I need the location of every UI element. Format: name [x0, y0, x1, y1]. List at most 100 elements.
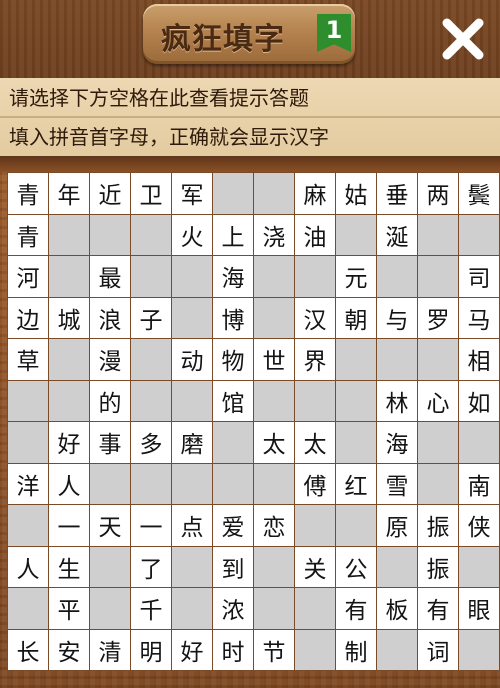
grid-cell[interactable]: 浪: [90, 297, 130, 338]
grid-cell[interactable]: 林: [377, 380, 417, 421]
grid-cell[interactable]: 朝: [336, 297, 376, 338]
grid-cell-blocked: [418, 422, 458, 463]
grid-cell[interactable]: 油: [295, 214, 335, 255]
grid-cell[interactable]: 漫: [90, 339, 130, 380]
grid-cell[interactable]: 节: [254, 629, 294, 670]
grid-cell-blocked: [254, 173, 294, 214]
grid-cell[interactable]: 一: [131, 505, 171, 546]
grid-cell[interactable]: 公: [336, 546, 376, 587]
grid-cell[interactable]: 河: [8, 256, 48, 297]
grid-cell[interactable]: 最: [90, 256, 130, 297]
grid-cell-blocked: [254, 546, 294, 587]
grid-cell-blocked: [49, 380, 89, 421]
grid-cell[interactable]: 麻: [295, 173, 335, 214]
grid-cell[interactable]: 界: [295, 339, 335, 380]
grid-cell[interactable]: 原: [377, 505, 417, 546]
grid-cell[interactable]: 人: [49, 463, 89, 504]
grid-cell[interactable]: 的: [90, 380, 130, 421]
grid-cell[interactable]: 动: [172, 339, 212, 380]
grid-cell[interactable]: 眼: [459, 588, 499, 629]
grid-cell[interactable]: 青: [8, 214, 48, 255]
grid-cell[interactable]: 雪: [377, 463, 417, 504]
grid-cell[interactable]: 点: [172, 505, 212, 546]
grid-cell[interactable]: 爱: [213, 505, 253, 546]
grid-cell[interactable]: 海: [377, 422, 417, 463]
grid-cell[interactable]: 马: [459, 297, 499, 338]
grid-cell[interactable]: 司: [459, 256, 499, 297]
grid-cell[interactable]: 垂: [377, 173, 417, 214]
grid-cell[interactable]: 太: [295, 422, 335, 463]
grid-cell[interactable]: 卫: [131, 173, 171, 214]
grid-cell[interactable]: 红: [336, 463, 376, 504]
grid-cell[interactable]: 千: [131, 588, 171, 629]
grid-cell[interactable]: 物: [213, 339, 253, 380]
grid-cell[interactable]: 一: [49, 505, 89, 546]
grid-cell[interactable]: 与: [377, 297, 417, 338]
grid-cell[interactable]: 世: [254, 339, 294, 380]
grid-cell[interactable]: 罗: [418, 297, 458, 338]
grid-cell[interactable]: 关: [295, 546, 335, 587]
grid-cell[interactable]: 生: [49, 546, 89, 587]
grid-cell[interactable]: 汉: [295, 297, 335, 338]
grid-cell[interactable]: 侠: [459, 505, 499, 546]
grid-cell[interactable]: 多: [131, 422, 171, 463]
grid-cell[interactable]: 洋: [8, 463, 48, 504]
grid-cell[interactable]: 好: [49, 422, 89, 463]
grid-cell[interactable]: 振: [418, 546, 458, 587]
grid-cell[interactable]: 军: [172, 173, 212, 214]
grid-cell[interactable]: 太: [254, 422, 294, 463]
grid-cell-blocked: [90, 463, 130, 504]
grid-cell[interactable]: 元: [336, 256, 376, 297]
grid-cell-blocked: [90, 588, 130, 629]
grid-cell[interactable]: 相: [459, 339, 499, 380]
grid-cell[interactable]: 恋: [254, 505, 294, 546]
close-button[interactable]: [440, 16, 486, 62]
grid-cell[interactable]: 事: [90, 422, 130, 463]
grid-cell-blocked: [131, 256, 171, 297]
grid-cell[interactable]: 青: [8, 173, 48, 214]
grid-cell[interactable]: 了: [131, 546, 171, 587]
grid-cell-blocked: [49, 214, 89, 255]
grid-cell[interactable]: 长: [8, 629, 48, 670]
grid-cell[interactable]: 边: [8, 297, 48, 338]
grid-cell[interactable]: 近: [90, 173, 130, 214]
grid-cell[interactable]: 板: [377, 588, 417, 629]
grid-cell[interactable]: 涎: [377, 214, 417, 255]
grid-cell[interactable]: 两: [418, 173, 458, 214]
grid-cell-blocked: [49, 339, 89, 380]
grid-cell[interactable]: 火: [172, 214, 212, 255]
grid-cell[interactable]: 傅: [295, 463, 335, 504]
grid-cell[interactable]: 姑: [336, 173, 376, 214]
grid-cell[interactable]: 海: [213, 256, 253, 297]
grid-cell[interactable]: 词: [418, 629, 458, 670]
grid-cell[interactable]: 草: [8, 339, 48, 380]
grid-cell[interactable]: 浇: [254, 214, 294, 255]
grid-cell[interactable]: 磨: [172, 422, 212, 463]
grid-cell-blocked: [90, 214, 130, 255]
grid-cell[interactable]: 人: [8, 546, 48, 587]
grid-cell[interactable]: 城: [49, 297, 89, 338]
grid-cell[interactable]: 好: [172, 629, 212, 670]
grid-cell[interactable]: 制: [336, 629, 376, 670]
grid-cell[interactable]: 时: [213, 629, 253, 670]
grid-cell[interactable]: 振: [418, 505, 458, 546]
grid-cell[interactable]: 如: [459, 380, 499, 421]
grid-cell-blocked: [418, 339, 458, 380]
grid-cell[interactable]: 有: [336, 588, 376, 629]
grid-cell[interactable]: 子: [131, 297, 171, 338]
grid-cell[interactable]: 鬓: [459, 173, 499, 214]
grid-cell[interactable]: 馆: [213, 380, 253, 421]
grid-cell[interactable]: 博: [213, 297, 253, 338]
grid-cell[interactable]: 有: [418, 588, 458, 629]
grid-cell[interactable]: 上: [213, 214, 253, 255]
grid-cell[interactable]: 安: [49, 629, 89, 670]
grid-cell[interactable]: 清: [90, 629, 130, 670]
grid-cell[interactable]: 明: [131, 629, 171, 670]
grid-cell[interactable]: 浓: [213, 588, 253, 629]
grid-cell[interactable]: 平: [49, 588, 89, 629]
grid-cell[interactable]: 心: [418, 380, 458, 421]
grid-cell[interactable]: 南: [459, 463, 499, 504]
grid-cell[interactable]: 天: [90, 505, 130, 546]
grid-cell[interactable]: 到: [213, 546, 253, 587]
grid-cell[interactable]: 年: [49, 173, 89, 214]
